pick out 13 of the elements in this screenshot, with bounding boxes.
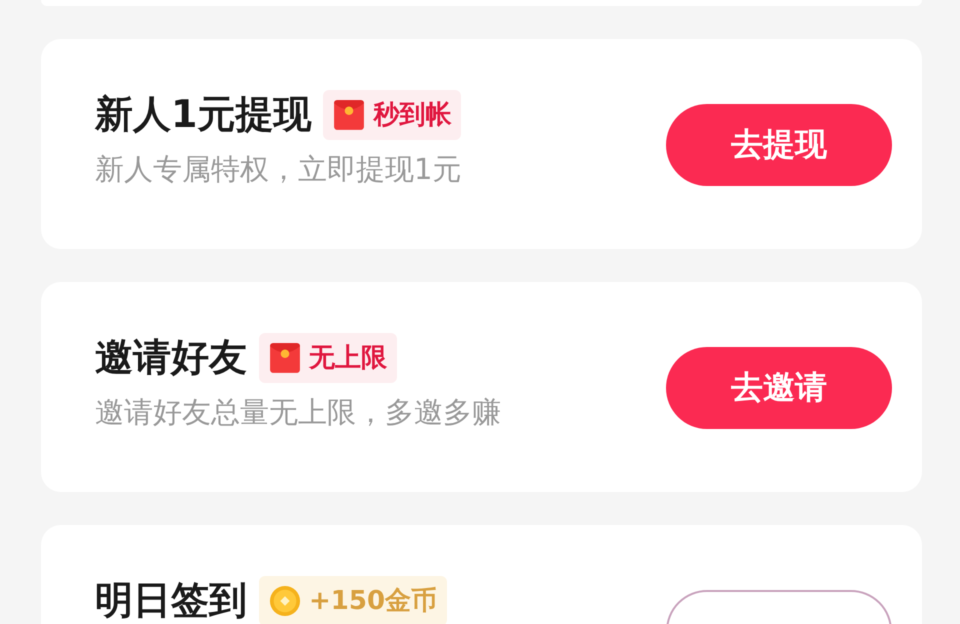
envelope-icon [333, 98, 366, 130]
task-title: 明日签到 [95, 577, 247, 624]
reward-badge: 秒到帐 [323, 90, 462, 140]
task-title: 邀请好友 [95, 334, 247, 381]
reward-badge: +150金币 [259, 576, 448, 624]
task-description: 新人专属特权，立即提现1元 [95, 151, 462, 188]
action-button[interactable]: 去邀请 [666, 347, 892, 429]
action-button[interactable]: 去提现 [666, 104, 892, 186]
coin-icon [269, 584, 301, 616]
reward-badge: 无上限 [259, 332, 397, 382]
task-title: 新人1元提现 [95, 91, 312, 138]
task-description: 邀请好友总量无上限，多邀多赚 [95, 394, 502, 431]
envelope-icon [269, 342, 301, 374]
